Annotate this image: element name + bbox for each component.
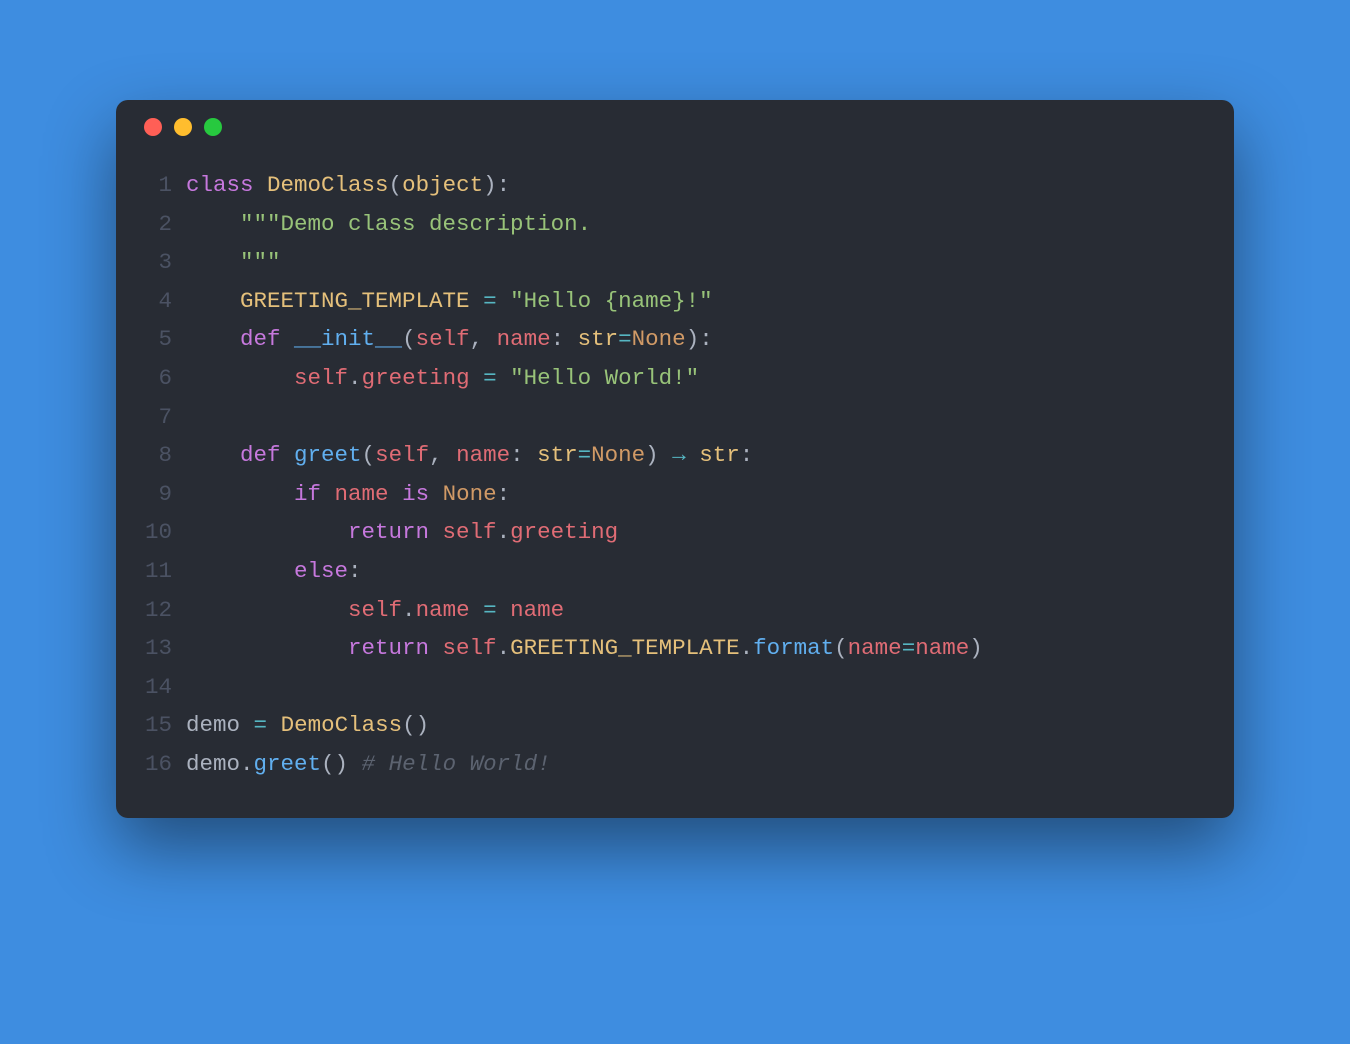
code-text[interactable]: self.name = name bbox=[186, 591, 564, 630]
code-line[interactable]: 5 def __init__(self, name: str=None): bbox=[116, 320, 1210, 359]
code-text[interactable]: """ bbox=[186, 243, 281, 282]
code-line[interactable]: 9 if name is None: bbox=[116, 475, 1210, 514]
page-background: 1class DemoClass(object):2 """Demo class… bbox=[0, 0, 1350, 1044]
code-text[interactable]: return self.greeting bbox=[186, 513, 618, 552]
code-line[interactable]: 14 bbox=[116, 668, 1210, 707]
line-number: 5 bbox=[116, 320, 186, 359]
code-line[interactable]: 2 """Demo class description. bbox=[116, 205, 1210, 244]
code-text[interactable]: self.greeting = "Hello World!" bbox=[186, 359, 699, 398]
line-number: 11 bbox=[116, 552, 186, 591]
code-text[interactable]: GREETING_TEMPLATE = "Hello {name}!" bbox=[186, 282, 713, 321]
code-line[interactable]: 6 self.greeting = "Hello World!" bbox=[116, 359, 1210, 398]
code-text[interactable]: class DemoClass(object): bbox=[186, 166, 510, 205]
code-line[interactable]: 13 return self.GREETING_TEMPLATE.format(… bbox=[116, 629, 1210, 668]
line-number: 16 bbox=[116, 745, 186, 784]
code-line[interactable]: 10 return self.greeting bbox=[116, 513, 1210, 552]
line-number: 12 bbox=[116, 591, 186, 630]
line-number: 14 bbox=[116, 668, 186, 707]
code-line[interactable]: 8 def greet(self, name: str=None) → str: bbox=[116, 436, 1210, 475]
line-number: 8 bbox=[116, 436, 186, 475]
code-text[interactable]: demo.greet() # Hello World! bbox=[186, 745, 551, 784]
code-text[interactable]: def __init__(self, name: str=None): bbox=[186, 320, 713, 359]
code-text[interactable]: """Demo class description. bbox=[186, 205, 591, 244]
code-text[interactable]: else: bbox=[186, 552, 362, 591]
line-number: 3 bbox=[116, 243, 186, 282]
line-number: 13 bbox=[116, 629, 186, 668]
code-text[interactable]: return self.GREETING_TEMPLATE.format(nam… bbox=[186, 629, 983, 668]
window-titlebar bbox=[116, 100, 1234, 154]
line-number: 10 bbox=[116, 513, 186, 552]
zoom-icon[interactable] bbox=[204, 118, 222, 136]
line-number: 1 bbox=[116, 166, 186, 205]
code-line[interactable]: 16demo.greet() # Hello World! bbox=[116, 745, 1210, 784]
line-number: 9 bbox=[116, 475, 186, 514]
code-line[interactable]: 15demo = DemoClass() bbox=[116, 706, 1210, 745]
code-text[interactable]: demo = DemoClass() bbox=[186, 706, 429, 745]
code-line[interactable]: 4 GREETING_TEMPLATE = "Hello {name}!" bbox=[116, 282, 1210, 321]
line-number: 15 bbox=[116, 706, 186, 745]
code-line[interactable]: 1class DemoClass(object): bbox=[116, 166, 1210, 205]
code-line[interactable]: 12 self.name = name bbox=[116, 591, 1210, 630]
line-number: 2 bbox=[116, 205, 186, 244]
code-editor[interactable]: 1class DemoClass(object):2 """Demo class… bbox=[116, 154, 1234, 784]
line-number: 7 bbox=[116, 398, 186, 437]
code-line[interactable]: 11 else: bbox=[116, 552, 1210, 591]
line-number: 4 bbox=[116, 282, 186, 321]
code-line[interactable]: 3 """ bbox=[116, 243, 1210, 282]
line-number: 6 bbox=[116, 359, 186, 398]
code-text[interactable]: if name is None: bbox=[186, 475, 510, 514]
editor-window: 1class DemoClass(object):2 """Demo class… bbox=[116, 100, 1234, 818]
code-text[interactable]: def greet(self, name: str=None) → str: bbox=[186, 436, 753, 475]
close-icon[interactable] bbox=[144, 118, 162, 136]
code-line[interactable]: 7 bbox=[116, 398, 1210, 437]
minimize-icon[interactable] bbox=[174, 118, 192, 136]
